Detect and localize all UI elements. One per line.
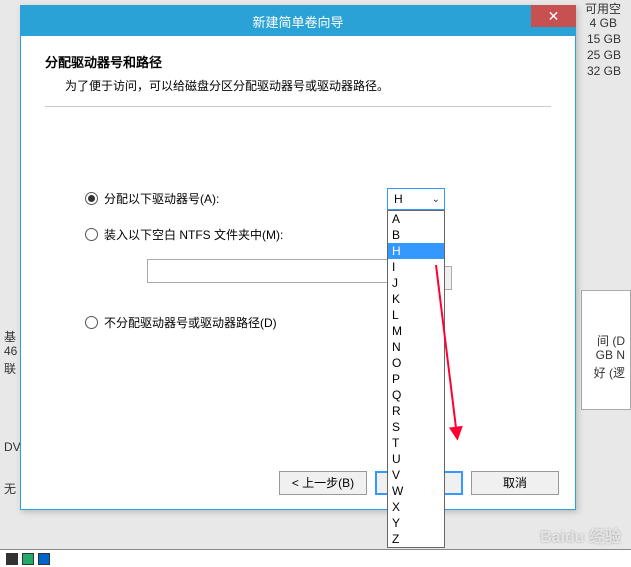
combo-value: H: [394, 192, 403, 206]
chevron-down-icon: ⌄: [432, 194, 440, 205]
bg-right-2: 好 (逻: [594, 364, 625, 381]
bg-left-2: 联: [4, 360, 16, 377]
dropdown-item[interactable]: L: [388, 307, 444, 323]
bg-left-1: 46: [4, 344, 17, 358]
radio-icon: [85, 192, 98, 205]
dropdown-item[interactable]: X: [388, 499, 444, 515]
bg-size-0: 4 GB: [590, 16, 617, 30]
dropdown-item[interactable]: K: [388, 291, 444, 307]
dropdown-item[interactable]: Z: [388, 531, 444, 547]
drive-letter-dropdown[interactable]: ABHIJKLMNOPQRSTUVWXYZ: [387, 210, 445, 548]
dropdown-item[interactable]: Q: [388, 387, 444, 403]
radio-icon: [85, 316, 98, 329]
bg-size-3: 32 GB: [587, 64, 621, 78]
dropdown-item[interactable]: V: [388, 467, 444, 483]
bg-col-header: 可用空: [585, 0, 621, 17]
close-button[interactable]: ✕: [531, 5, 576, 27]
titlebar: 新建简单卷向导 ✕: [21, 6, 575, 36]
dropdown-item[interactable]: A: [388, 211, 444, 227]
dialog-body: 分配驱动器号和路径 为了便于访问，可以给磁盘分区分配驱动器号或驱动器路径。 分配…: [21, 36, 575, 363]
close-icon: ✕: [548, 8, 560, 25]
dropdown-item[interactable]: W: [388, 483, 444, 499]
radio-no-assign[interactable]: 不分配驱动器号或驱动器路径(D): [85, 311, 551, 333]
dropdown-item[interactable]: S: [388, 419, 444, 435]
legend-swatch: [22, 553, 34, 565]
dropdown-item[interactable]: N: [388, 339, 444, 355]
dropdown-item[interactable]: T: [388, 435, 444, 451]
folder-path-input[interactable]: [147, 259, 402, 283]
dropdown-item[interactable]: M: [388, 323, 444, 339]
bg-right-1: GB N: [596, 348, 625, 362]
divider: [45, 106, 551, 107]
watermark-sub: jingyan.baidu.com: [540, 550, 621, 561]
dropdown-item[interactable]: B: [388, 227, 444, 243]
page-subheading: 为了便于访问，可以给磁盘分区分配驱动器号或驱动器路径。: [65, 77, 551, 94]
legend-swatch: [6, 553, 18, 565]
legend-bar: [0, 549, 631, 567]
wizard-dialog: 新建简单卷向导 ✕ 分配驱动器号和路径 为了便于访问，可以给磁盘分区分配驱动器号…: [20, 5, 576, 510]
radio-assign-letter[interactable]: 分配以下驱动器号(A):: [85, 187, 551, 209]
dropdown-item[interactable]: U: [388, 451, 444, 467]
bg-right-0: 间 (D: [597, 332, 625, 349]
watermark: Baidu 经验: [540, 523, 621, 547]
dropdown-item[interactable]: O: [388, 355, 444, 371]
radio-mount-folder[interactable]: 装入以下空白 NTFS 文件夹中(M):: [85, 223, 551, 245]
dropdown-item[interactable]: R: [388, 403, 444, 419]
radio-label: 不分配驱动器号或驱动器路径(D): [104, 314, 277, 331]
dropdown-item[interactable]: P: [388, 371, 444, 387]
bg-left-3: DV: [4, 440, 21, 454]
radio-label: 分配以下驱动器号(A):: [104, 190, 219, 207]
bg-size-2: 25 GB: [587, 48, 621, 62]
bg-size-1: 15 GB: [587, 32, 621, 46]
back-button[interactable]: < 上一步(B): [279, 471, 367, 495]
radio-icon: [85, 228, 98, 241]
bg-left-0: 基: [4, 328, 16, 345]
dialog-title: 新建简单卷向导: [252, 12, 343, 31]
legend-swatch: [38, 553, 50, 565]
dropdown-item[interactable]: Y: [388, 515, 444, 531]
bg-left-4: 无: [4, 480, 16, 497]
drive-letter-combo[interactable]: H ⌄: [387, 188, 445, 210]
dropdown-item[interactable]: H: [388, 243, 444, 259]
page-heading: 分配驱动器号和路径: [45, 52, 551, 71]
cancel-button[interactable]: 取消: [471, 471, 559, 495]
radio-label: 装入以下空白 NTFS 文件夹中(M):: [104, 226, 283, 243]
radio-group: 分配以下驱动器号(A): 装入以下空白 NTFS 文件夹中(M): 浏 不分配驱…: [85, 187, 551, 333]
